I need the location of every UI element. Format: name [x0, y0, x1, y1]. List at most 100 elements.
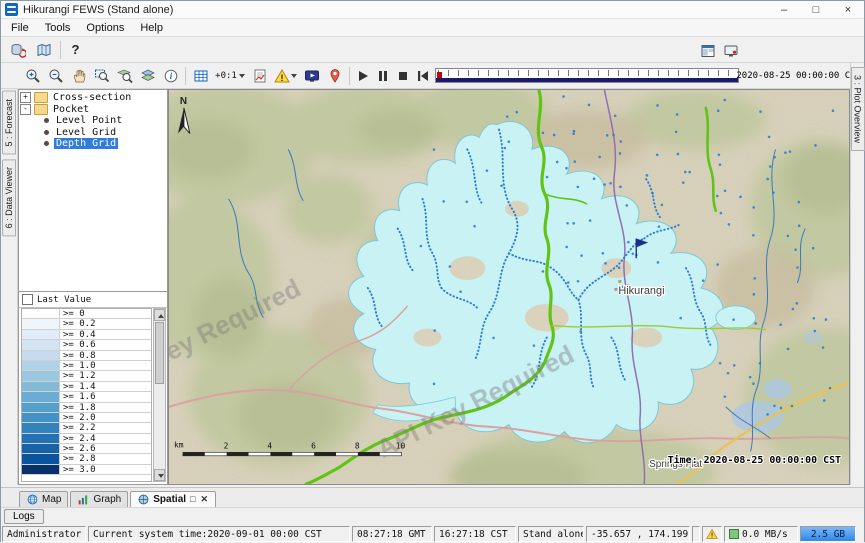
grid-display-button[interactable]: [189, 64, 212, 87]
screen-button[interactable]: [719, 39, 742, 62]
status-bar: Administrator Current system time:2020-0…: [1, 525, 864, 543]
open-map-button[interactable]: [31, 38, 57, 61]
legend-label: >= 0.6: [60, 340, 96, 349]
legend-row[interactable]: >= 2.2: [22, 423, 151, 433]
warning-dropdown[interactable]: !: [271, 64, 300, 87]
menu-file[interactable]: File: [3, 20, 37, 36]
tree-item-pocket[interactable]: - Pocket: [20, 104, 166, 116]
zoom-out-button[interactable]: [44, 64, 67, 87]
legend-label: >= 0.2: [60, 319, 96, 328]
legend-swatch: [22, 392, 60, 401]
last-value-checkbox[interactable]: [22, 294, 33, 305]
step-back-button[interactable]: [413, 64, 433, 87]
menu-bar: File Tools Options Help: [1, 19, 864, 37]
menu-tools[interactable]: Tools: [37, 20, 79, 36]
scroll-up-icon[interactable]: [154, 309, 165, 321]
tab-data-viewer[interactable]: 6 : Data Viewer: [2, 159, 16, 236]
dock-close-button[interactable]: ✕: [199, 495, 209, 504]
bottom-tab-bar: Map Graph Spatial □ ✕: [1, 487, 864, 507]
tree-item-cross-section[interactable]: + Cross-section: [20, 92, 166, 104]
scroll-down-icon[interactable]: [154, 469, 165, 481]
zoom-layer-button[interactable]: [113, 64, 136, 87]
legend-label: >= 1.6: [60, 392, 96, 401]
select-location-button[interactable]: [323, 64, 346, 87]
legend-row[interactable]: >= 3.0: [22, 465, 151, 475]
legend-label: >= 2.2: [60, 423, 96, 432]
legend-row[interactable]: >= 1.4: [22, 382, 151, 392]
zoom-in-button[interactable]: [21, 64, 44, 87]
display-button[interactable]: [300, 64, 323, 87]
status-warning[interactable]: !: [702, 526, 722, 542]
main-area: 5 : Forecast 6 : Data Viewer + Cross-sec…: [1, 89, 864, 485]
current-date-label: 2020-08-25 00:00:00 CST: [736, 71, 861, 81]
menu-help[interactable]: Help: [132, 20, 171, 36]
minimize-button[interactable]: –: [768, 1, 800, 18]
menu-options[interactable]: Options: [78, 20, 132, 36]
status-download-rate: 0.0 MB/s: [724, 526, 798, 542]
legend-scrollbar[interactable]: [153, 308, 166, 482]
legend-row[interactable]: >= 2.0: [22, 413, 151, 423]
scale-tick: 10: [396, 441, 406, 450]
status-user: Administrator: [2, 526, 86, 542]
map-canvas[interactable]: API Key Required API Key Required Hikura…: [169, 90, 849, 484]
legend-row[interactable]: >= 1.6: [22, 392, 151, 402]
tab-graph[interactable]: Graph: [70, 491, 128, 507]
zoom-box-button[interactable]: [90, 64, 113, 87]
legend-row[interactable]: >= 0.2: [22, 319, 151, 329]
legend-row[interactable]: >= 1.2: [22, 371, 151, 381]
tree-item-depth-grid[interactable]: Depth Grid: [20, 138, 166, 150]
pause-button[interactable]: [373, 64, 393, 87]
chevron-down-icon: [291, 74, 297, 78]
warning-icon: !: [274, 68, 290, 84]
legend-row[interactable]: >= 2.6: [22, 444, 151, 454]
tab-spatial[interactable]: Spatial □ ✕: [130, 491, 216, 507]
legend-swatch: [22, 423, 60, 432]
folder-icon: [34, 104, 48, 115]
scale-tick: 6: [311, 441, 316, 450]
profile-button[interactable]: [248, 64, 271, 87]
legend-swatch: [22, 340, 60, 349]
map-time-label: Time: 2020-08-25 00:00:00 CST: [668, 454, 841, 466]
legend-row[interactable]: >= 1.8: [22, 403, 151, 413]
app-window: Hikurangi FEWS (Stand alone) – □ × File …: [0, 0, 865, 542]
tile-windows-button[interactable]: [696, 39, 719, 62]
info-button[interactable]: i: [159, 64, 182, 87]
expander-icon[interactable]: -: [20, 104, 31, 115]
profile-icon: [252, 68, 268, 84]
stop-button[interactable]: [393, 64, 413, 87]
warning-icon: !: [706, 528, 718, 540]
legend-row[interactable]: >= 2.8: [22, 454, 151, 464]
legend-row[interactable]: >= 0: [22, 309, 151, 319]
logs-button[interactable]: Logs: [4, 509, 44, 524]
tab-plot-overview[interactable]: 3 : Plot Overview: [851, 67, 865, 151]
time-slider-handle[interactable]: [437, 72, 442, 78]
layers-button[interactable]: [136, 64, 159, 87]
legend-row[interactable]: >= 0.6: [22, 340, 151, 350]
play-button[interactable]: [353, 64, 373, 87]
legend-row[interactable]: >= 2.4: [22, 434, 151, 444]
tree-item-label: Level Point: [54, 115, 124, 126]
interval-dropdown[interactable]: +0:1: [212, 64, 248, 87]
scrollbar-thumb[interactable]: [155, 322, 164, 384]
info-icon: i: [163, 68, 179, 84]
zoom-out-icon: [48, 68, 64, 84]
tab-forecast[interactable]: 5 : Forecast: [2, 91, 16, 155]
legend-row[interactable]: >= 0.8: [22, 351, 151, 361]
close-button[interactable]: ×: [832, 1, 864, 18]
status-spacer: [692, 526, 700, 542]
help-icon: ?: [72, 42, 80, 57]
time-slider[interactable]: [435, 68, 739, 83]
legend-swatch: [22, 371, 60, 380]
help-button[interactable]: ?: [64, 38, 87, 61]
legend-row[interactable]: >= 0.4: [22, 330, 151, 340]
legend-label: >= 3.0: [60, 465, 96, 474]
maximize-button[interactable]: □: [800, 1, 832, 18]
expander-icon[interactable]: +: [20, 92, 31, 103]
tree-item-level-point[interactable]: Level Point: [20, 115, 166, 127]
database-button[interactable]: [5, 38, 31, 61]
pan-button[interactable]: [67, 64, 90, 87]
dock-maximize-button[interactable]: □: [189, 495, 196, 504]
legend-row[interactable]: >= 1.0: [22, 361, 151, 371]
tab-map[interactable]: Map: [19, 491, 68, 507]
tree-item-level-grid[interactable]: Level Grid: [20, 127, 166, 139]
